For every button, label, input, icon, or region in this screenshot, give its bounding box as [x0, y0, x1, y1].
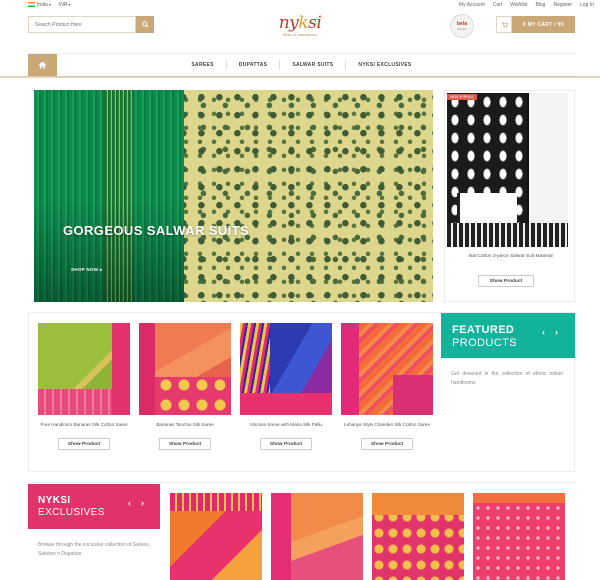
product-card: Pure Handloom Banaras Silk Cotton Saree … — [38, 323, 130, 450]
country-selector[interactable]: India▾ — [28, 2, 51, 8]
nav-divider — [225, 60, 227, 70]
hero-title: GORGEOUS SALWAR SUITS — [63, 223, 250, 238]
home-button[interactable] — [28, 54, 57, 76]
featured-subtitle: PRODUCTS — [452, 337, 517, 349]
caret-down-icon: ▾ — [48, 2, 51, 7]
chevron-left-icon[interactable]: ‹ — [128, 498, 131, 508]
site-logo[interactable]: nyksi Bliss of Handlooms — [268, 14, 332, 42]
logo-text-a: ny — [278, 13, 299, 33]
beta-version-label: version — [457, 26, 467, 31]
cart-link[interactable]: Cart — [493, 2, 502, 8]
exclusives-carousel-controls: ‹ › — [128, 498, 144, 508]
login-link[interactable]: Log In — [580, 2, 594, 8]
exclusive-product-image[interactable] — [372, 493, 464, 580]
side-product-name[interactable]: Ikat Cotton 3-piece Salwar Suit Material — [445, 254, 576, 259]
product-image[interactable] — [240, 323, 332, 415]
featured-carousel-controls: ‹ › — [542, 327, 558, 337]
locale-selectors: India▾ INR▾ — [28, 2, 71, 8]
product-image[interactable] — [38, 323, 130, 415]
show-product-button[interactable]: Show Product — [478, 275, 534, 287]
country-label: India — [37, 2, 48, 8]
main-nav: SAREES DUPATTAS SALWAR SUITS NYKSI EXCLU… — [28, 53, 575, 77]
product-card: Banarasi Tanchoi Silk Saree Show Product — [139, 323, 231, 450]
search-bar — [28, 16, 154, 33]
product-card: Viscose Saree with Maha Silk Pallu Show … — [240, 323, 332, 450]
shop-now-link[interactable]: SHOP NOW ▸ — [71, 267, 102, 273]
featured-products-header: FEATURED PRODUCTS ‹ › — [441, 313, 575, 358]
show-product-button[interactable]: Show Product — [361, 438, 413, 450]
nav-item-salwar-suits[interactable]: SALWAR SUITS — [292, 62, 333, 68]
new-arrival-badge: NEW ARRIVAL — [447, 94, 477, 100]
exclusives-header: NYKSI EXCLUSIVES ‹ › — [28, 484, 160, 529]
my-cart-button[interactable]: 0 MY CART / ₹0 — [512, 16, 575, 33]
beta-badge: beta version — [450, 14, 474, 38]
nav-divider — [279, 60, 281, 70]
logo-tagline: Bliss of Handlooms — [282, 32, 318, 37]
nav-item-sarees[interactable]: SAREES — [191, 62, 213, 68]
search-input[interactable] — [28, 16, 136, 33]
logo-text-b: k — [298, 13, 309, 33]
search-icon — [141, 21, 149, 28]
shopping-cart-icon — [501, 22, 508, 28]
exclusives-title: NYKSI — [38, 495, 71, 506]
show-product-button[interactable]: Show Product — [159, 438, 211, 450]
cart-icon-box[interactable] — [496, 16, 512, 33]
product-name[interactable]: Lehariya Style Chanderi Silk Cotton Sare… — [341, 422, 433, 434]
blog-link[interactable]: Blog — [535, 2, 545, 8]
register-link[interactable]: Register — [553, 2, 572, 8]
cart-widget[interactable]: 0 MY CART / ₹0 — [496, 16, 575, 33]
show-product-button[interactable]: Show Product — [58, 438, 110, 450]
product-name[interactable]: Banarasi Tanchoi Silk Saree — [139, 422, 231, 434]
logo-text-c: si — [308, 13, 322, 33]
exclusive-product-image[interactable] — [170, 493, 262, 580]
top-bar: India▾ INR▾ My Account Cart Wishlist Blo… — [0, 0, 600, 10]
wishlist-link[interactable]: Wishlist — [510, 2, 527, 8]
search-button[interactable] — [136, 16, 154, 33]
account-links: My Account Cart Wishlist Blog Register L… — [459, 2, 594, 8]
featured-title: FEATURED — [452, 324, 515, 336]
chevron-left-icon[interactable]: ‹ — [542, 327, 545, 337]
nav-item-dupattas[interactable]: DUPATTAS — [239, 62, 268, 68]
currency-label: INR — [58, 2, 68, 8]
nav-items: SAREES DUPATTAS SALWAR SUITS NYKSI EXCLU… — [28, 54, 575, 76]
exclusive-product-image[interactable] — [271, 493, 363, 580]
hero-banner[interactable]: GORGEOUS SALWAR SUITS SHOP NOW ▸ — [34, 90, 433, 302]
product-image[interactable] — [139, 323, 231, 415]
exclusives-subtitle: EXCLUSIVES — [38, 507, 105, 518]
india-flag-icon — [28, 2, 35, 8]
show-product-button[interactable]: Show Product — [260, 438, 312, 450]
exclusive-product-image[interactable] — [473, 493, 565, 580]
featured-description: Get drowned in the collection of ethnic … — [451, 371, 563, 386]
exclusives-description: Browse through the exclusive collection … — [38, 542, 150, 557]
product-name[interactable]: Pure Handloom Banaras Silk Cotton Saree — [38, 422, 130, 434]
chevron-right-icon[interactable]: › — [141, 498, 144, 508]
my-account-link[interactable]: My Account — [459, 2, 485, 8]
nav-divider — [345, 60, 347, 70]
home-icon — [38, 61, 47, 69]
product-card: Lehariya Style Chanderi Silk Cotton Sare… — [341, 323, 433, 450]
side-product-image[interactable] — [447, 93, 568, 247]
caret-down-icon: ▾ — [68, 2, 71, 7]
product-name[interactable]: Viscose Saree with Maha Silk Pallu — [240, 422, 332, 434]
nav-item-nyksi-exclusives[interactable]: NYKSI EXCLUSIVES — [358, 62, 411, 68]
currency-selector[interactable]: INR▾ — [59, 2, 71, 8]
nav-underline — [0, 76, 600, 78]
product-image[interactable] — [341, 323, 433, 415]
chevron-right-icon[interactable]: › — [555, 327, 558, 337]
side-product-card: NEW ARRIVAL Ikat Cotton 3-piece Salwar S… — [444, 90, 575, 302]
